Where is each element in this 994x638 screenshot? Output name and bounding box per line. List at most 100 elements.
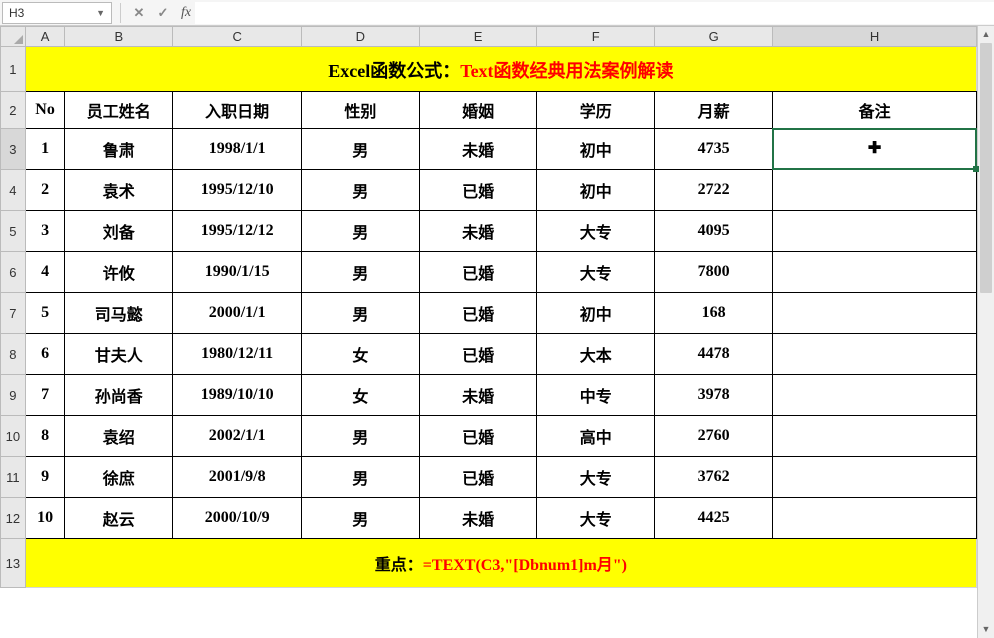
cell-B9[interactable]: 孙尚香 [65, 375, 173, 416]
cell-D6[interactable]: 男 [302, 252, 420, 293]
cell-B5[interactable]: 刘备 [65, 211, 173, 252]
cell-H7[interactable] [773, 293, 977, 334]
row-header-7[interactable]: 7 [1, 293, 26, 334]
cell-B8[interactable]: 甘夫人 [65, 334, 173, 375]
row-header-10[interactable]: 10 [1, 416, 26, 457]
cell-G9[interactable]: 3978 [655, 375, 773, 416]
scroll-track[interactable] [978, 293, 994, 621]
cell-F5[interactable]: 大专 [537, 211, 655, 252]
cell-F10[interactable]: 高中 [537, 416, 655, 457]
column-header-F[interactable]: F [537, 27, 655, 47]
cell-H5[interactable] [773, 211, 977, 252]
fx-icon[interactable]: fx [181, 5, 191, 21]
cell-C5[interactable]: 1995/12/12 [173, 211, 302, 252]
cell-A3[interactable]: 1 [25, 129, 65, 170]
cell-E8[interactable]: 已婚 [419, 334, 537, 375]
select-all-corner[interactable] [1, 27, 26, 47]
header-cell-G[interactable]: 月薪 [655, 92, 773, 129]
header-cell-C[interactable]: 入职日期 [173, 92, 302, 129]
column-header-A[interactable]: A [25, 27, 65, 47]
cell-H10[interactable] [773, 416, 977, 457]
cell-F8[interactable]: 大本 [537, 334, 655, 375]
cell-G4[interactable]: 2722 [655, 170, 773, 211]
column-header-E[interactable]: E [419, 27, 537, 47]
title-cell[interactable]: Excel函数公式：Text函数经典用法案例解读 [25, 47, 976, 92]
cell-D3[interactable]: 男 [302, 129, 420, 170]
cell-C12[interactable]: 2000/10/9 [173, 498, 302, 539]
cell-C3[interactable]: 1998/1/1 [173, 129, 302, 170]
cell-E10[interactable]: 已婚 [419, 416, 537, 457]
cell-F6[interactable]: 大专 [537, 252, 655, 293]
row-header-13[interactable]: 13 [1, 539, 26, 588]
cell-D4[interactable]: 男 [302, 170, 420, 211]
cell-C8[interactable]: 1980/12/11 [173, 334, 302, 375]
row-header-8[interactable]: 8 [1, 334, 26, 375]
vertical-scrollbar[interactable]: ▲ ▼ [977, 26, 994, 638]
cell-C10[interactable]: 2002/1/1 [173, 416, 302, 457]
row-header-3[interactable]: 3 [1, 129, 26, 170]
cell-A5[interactable]: 3 [25, 211, 65, 252]
cell-B11[interactable]: 徐庶 [65, 457, 173, 498]
row-header-12[interactable]: 12 [1, 498, 26, 539]
cell-G8[interactable]: 4478 [655, 334, 773, 375]
fill-handle[interactable] [973, 166, 979, 172]
cell-G3[interactable]: 4735 [655, 129, 773, 170]
cell-A6[interactable]: 4 [25, 252, 65, 293]
header-cell-E[interactable]: 婚姻 [419, 92, 537, 129]
cell-A8[interactable]: 6 [25, 334, 65, 375]
cell-E7[interactable]: 已婚 [419, 293, 537, 334]
cell-E3[interactable]: 未婚 [419, 129, 537, 170]
header-cell-H[interactable]: 备注 [773, 92, 977, 129]
scroll-down-icon[interactable]: ▼ [978, 621, 994, 638]
header-cell-B[interactable]: 员工姓名 [65, 92, 173, 129]
cell-A7[interactable]: 5 [25, 293, 65, 334]
footer-cell[interactable]: 重点：=TEXT(C3,"[Dbnum1]m月") [25, 539, 976, 588]
cell-B6[interactable]: 许攸 [65, 252, 173, 293]
cell-D8[interactable]: 女 [302, 334, 420, 375]
cell-F3[interactable]: 初中 [537, 129, 655, 170]
header-cell-F[interactable]: 学历 [537, 92, 655, 129]
cell-C7[interactable]: 2000/1/1 [173, 293, 302, 334]
cell-B12[interactable]: 赵云 [65, 498, 173, 539]
cell-B3[interactable]: 鲁肃 [65, 129, 173, 170]
formula-input[interactable] [195, 2, 994, 24]
grid-scrollarea[interactable]: ABCDEFGH1Excel函数公式：Text函数经典用法案例解读2No员工姓名… [0, 26, 977, 638]
cell-A11[interactable]: 9 [25, 457, 65, 498]
cell-A4[interactable]: 2 [25, 170, 65, 211]
cell-A10[interactable]: 8 [25, 416, 65, 457]
column-header-C[interactable]: C [173, 27, 302, 47]
cell-E9[interactable]: 未婚 [419, 375, 537, 416]
row-header-2[interactable]: 2 [1, 92, 26, 129]
row-header-1[interactable]: 1 [1, 47, 26, 92]
cell-F9[interactable]: 中专 [537, 375, 655, 416]
cell-B7[interactable]: 司马懿 [65, 293, 173, 334]
cell-G7[interactable]: 168 [655, 293, 773, 334]
cell-C9[interactable]: 1989/10/10 [173, 375, 302, 416]
cell-H11[interactable] [773, 457, 977, 498]
cell-A12[interactable]: 10 [25, 498, 65, 539]
cell-C11[interactable]: 2001/9/8 [173, 457, 302, 498]
cell-G6[interactable]: 7800 [655, 252, 773, 293]
name-box[interactable]: H3 ▼ [2, 2, 112, 24]
row-header-11[interactable]: 11 [1, 457, 26, 498]
cell-H9[interactable] [773, 375, 977, 416]
header-cell-D[interactable]: 性别 [302, 92, 420, 129]
cell-H12[interactable] [773, 498, 977, 539]
row-header-6[interactable]: 6 [1, 252, 26, 293]
row-header-5[interactable]: 5 [1, 211, 26, 252]
cell-F4[interactable]: 初中 [537, 170, 655, 211]
cell-E12[interactable]: 未婚 [419, 498, 537, 539]
column-header-G[interactable]: G [655, 27, 773, 47]
cell-E11[interactable]: 已婚 [419, 457, 537, 498]
cell-D7[interactable]: 男 [302, 293, 420, 334]
row-header-4[interactable]: 4 [1, 170, 26, 211]
cell-F7[interactable]: 初中 [537, 293, 655, 334]
cell-D12[interactable]: 男 [302, 498, 420, 539]
cell-F11[interactable]: 大专 [537, 457, 655, 498]
cell-H4[interactable] [773, 170, 977, 211]
column-header-D[interactable]: D [302, 27, 420, 47]
cell-A9[interactable]: 7 [25, 375, 65, 416]
cell-D5[interactable]: 男 [302, 211, 420, 252]
cell-H8[interactable] [773, 334, 977, 375]
cell-B10[interactable]: 袁绍 [65, 416, 173, 457]
